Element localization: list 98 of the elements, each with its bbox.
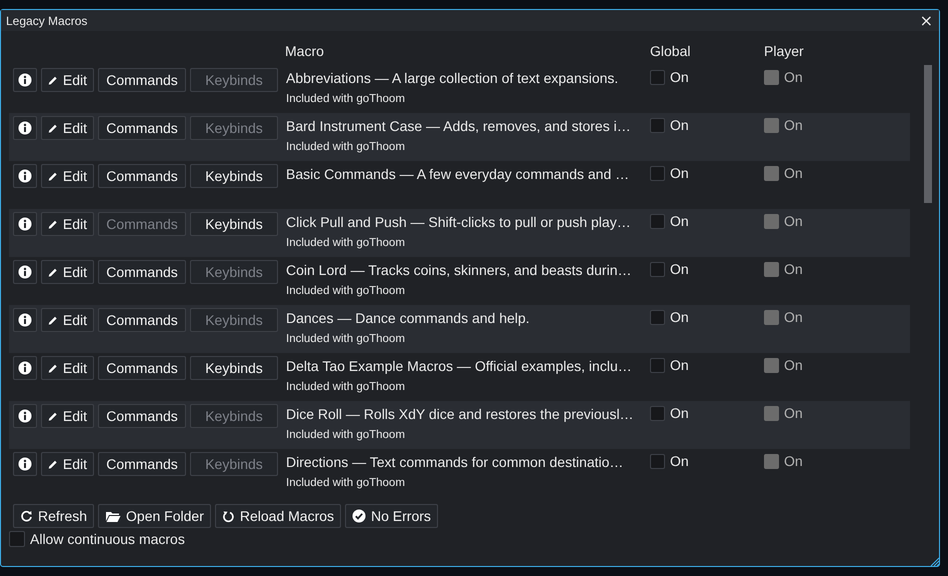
macro-source: Included with goThoom — [286, 476, 406, 490]
info-icon — [18, 217, 32, 231]
macro-title: Click Pull and Push — Shift-clicks to pull or push play… — [286, 213, 632, 231]
scrollbar-thumb[interactable] — [924, 65, 932, 203]
macro-title: Delta Tao Example Macros — Official examples, inclu… — [286, 357, 633, 375]
close-button[interactable]: × — [918, 12, 935, 28]
commands-button[interactable]: Commands — [98, 260, 186, 284]
global-checkbox[interactable] — [650, 454, 665, 468]
checkbox-label: On — [784, 69, 803, 85]
checkbox-label: On — [670, 117, 689, 133]
checkbox-label: On — [670, 453, 689, 469]
checkbox-label: On — [670, 309, 689, 325]
info-icon — [18, 169, 32, 183]
checkbox-label: Allow continuous macros — [30, 531, 185, 547]
macro-source: Included with goThoom — [286, 284, 406, 298]
macro-source: Included with goThoom — [286, 428, 406, 442]
macro-source: Included with goThoom — [286, 92, 406, 106]
column-header: Player — [764, 43, 804, 59]
commands-button[interactable]: Commands — [98, 68, 186, 92]
info-button[interactable] — [13, 68, 37, 92]
info-button[interactable] — [13, 404, 37, 428]
global-checkbox[interactable] — [650, 358, 665, 372]
checkbox-label: On — [784, 309, 803, 325]
global-checkbox[interactable] — [650, 262, 665, 276]
info-icon — [18, 73, 32, 87]
info-icon — [18, 457, 32, 471]
edit-button[interactable]: Edit — [41, 116, 94, 140]
macro-source: Included with goThoom — [286, 332, 406, 346]
commands-button[interactable]: Commands — [98, 452, 186, 476]
reload-icon — [222, 510, 235, 522]
info-icon — [18, 361, 32, 375]
checkbox-label: On — [670, 357, 689, 373]
checkbox-label: On — [670, 405, 689, 421]
keybinds-button[interactable]: Keybinds — [190, 356, 278, 380]
folder-icon — [105, 510, 122, 522]
checkbox-label: On — [784, 357, 803, 373]
folder-button[interactable]: Open Folder — [98, 504, 211, 528]
keybinds-button[interactable]: Keybinds — [190, 212, 278, 236]
global-checkbox[interactable] — [650, 214, 665, 228]
macro-title: Bard Instrument Case — Adds, removes, and stores i… — [286, 117, 632, 135]
commands-button[interactable]: Commands — [98, 116, 186, 140]
keybinds-button[interactable]: Keybinds — [190, 164, 278, 188]
macro-title: Basic Commands — A few everyday commands and … — [286, 165, 630, 183]
macro-source: Included with goThoom — [286, 380, 406, 394]
refresh-icon — [20, 510, 33, 522]
column-header: Global — [650, 43, 690, 59]
macro-title: Dances — Dance commands and help. — [286, 309, 531, 327]
commands-button[interactable]: Commands — [98, 404, 186, 428]
edit-button[interactable]: Edit — [41, 212, 94, 236]
info-icon — [18, 409, 32, 423]
macro-source: Included with goThoom — [286, 140, 406, 154]
commands-button[interactable]: Commands — [98, 308, 186, 332]
macro-source: Included with goThoom — [286, 236, 406, 250]
window-title: Legacy Macros — [6, 14, 88, 28]
global-checkbox[interactable] — [650, 310, 665, 324]
info-icon — [18, 121, 32, 135]
macro-title: Abbreviations — A large collection of text expansions. — [286, 69, 620, 87]
checkbox-label: On — [670, 69, 689, 85]
info-button[interactable] — [13, 452, 37, 476]
info-button[interactable] — [13, 260, 37, 284]
global-checkbox[interactable] — [650, 166, 665, 180]
checkbox-label: On — [784, 117, 803, 133]
macro-title: Coin Lord — Tracks coins, skinners, and beasts durin… — [286, 261, 632, 279]
global-checkbox[interactable] — [650, 118, 665, 132]
info-button[interactable] — [13, 164, 37, 188]
edit-button[interactable]: Edit — [41, 452, 94, 476]
macro-title: Dice Roll — Rolls XdY dice and restores the previousl… — [286, 405, 635, 423]
checkbox-label: On — [784, 261, 803, 277]
checkbox-label: On — [784, 405, 803, 421]
column-header: Macro — [285, 43, 324, 59]
global-checkbox[interactable] — [650, 70, 665, 84]
info-button[interactable] — [13, 356, 37, 380]
refresh-button[interactable]: Refresh — [13, 504, 94, 528]
edit-button[interactable]: Edit — [41, 356, 94, 380]
info-icon — [18, 313, 32, 327]
checkbox-label: On — [784, 165, 803, 181]
info-button[interactable] — [13, 212, 37, 236]
check-circle-icon — [352, 509, 366, 523]
checkbox-label: On — [670, 213, 689, 229]
edit-button[interactable]: Edit — [41, 404, 94, 428]
checkbox-label: On — [784, 453, 803, 469]
reload-button[interactable]: Reload Macros — [214, 504, 342, 528]
allow-continuous-checkbox[interactable] — [9, 531, 25, 547]
info-icon — [18, 265, 32, 279]
global-checkbox[interactable] — [650, 406, 665, 420]
edit-button[interactable]: Edit — [41, 308, 94, 332]
checkbox-label: On — [670, 165, 689, 181]
checkbox-label: On — [670, 261, 689, 277]
macro-title: Directions — Text commands for common destinatio… — [286, 453, 624, 471]
commands-button[interactable]: Commands — [98, 164, 186, 188]
checkbox-label: On — [784, 213, 803, 229]
info-button[interactable] — [13, 308, 37, 332]
edit-button[interactable]: Edit — [41, 164, 94, 188]
edit-button[interactable]: Edit — [41, 260, 94, 284]
edit-button[interactable]: Edit — [41, 68, 94, 92]
commands-button[interactable]: Commands — [98, 356, 186, 380]
check-button[interactable]: No Errors — [345, 504, 438, 528]
info-button[interactable] — [13, 116, 37, 140]
